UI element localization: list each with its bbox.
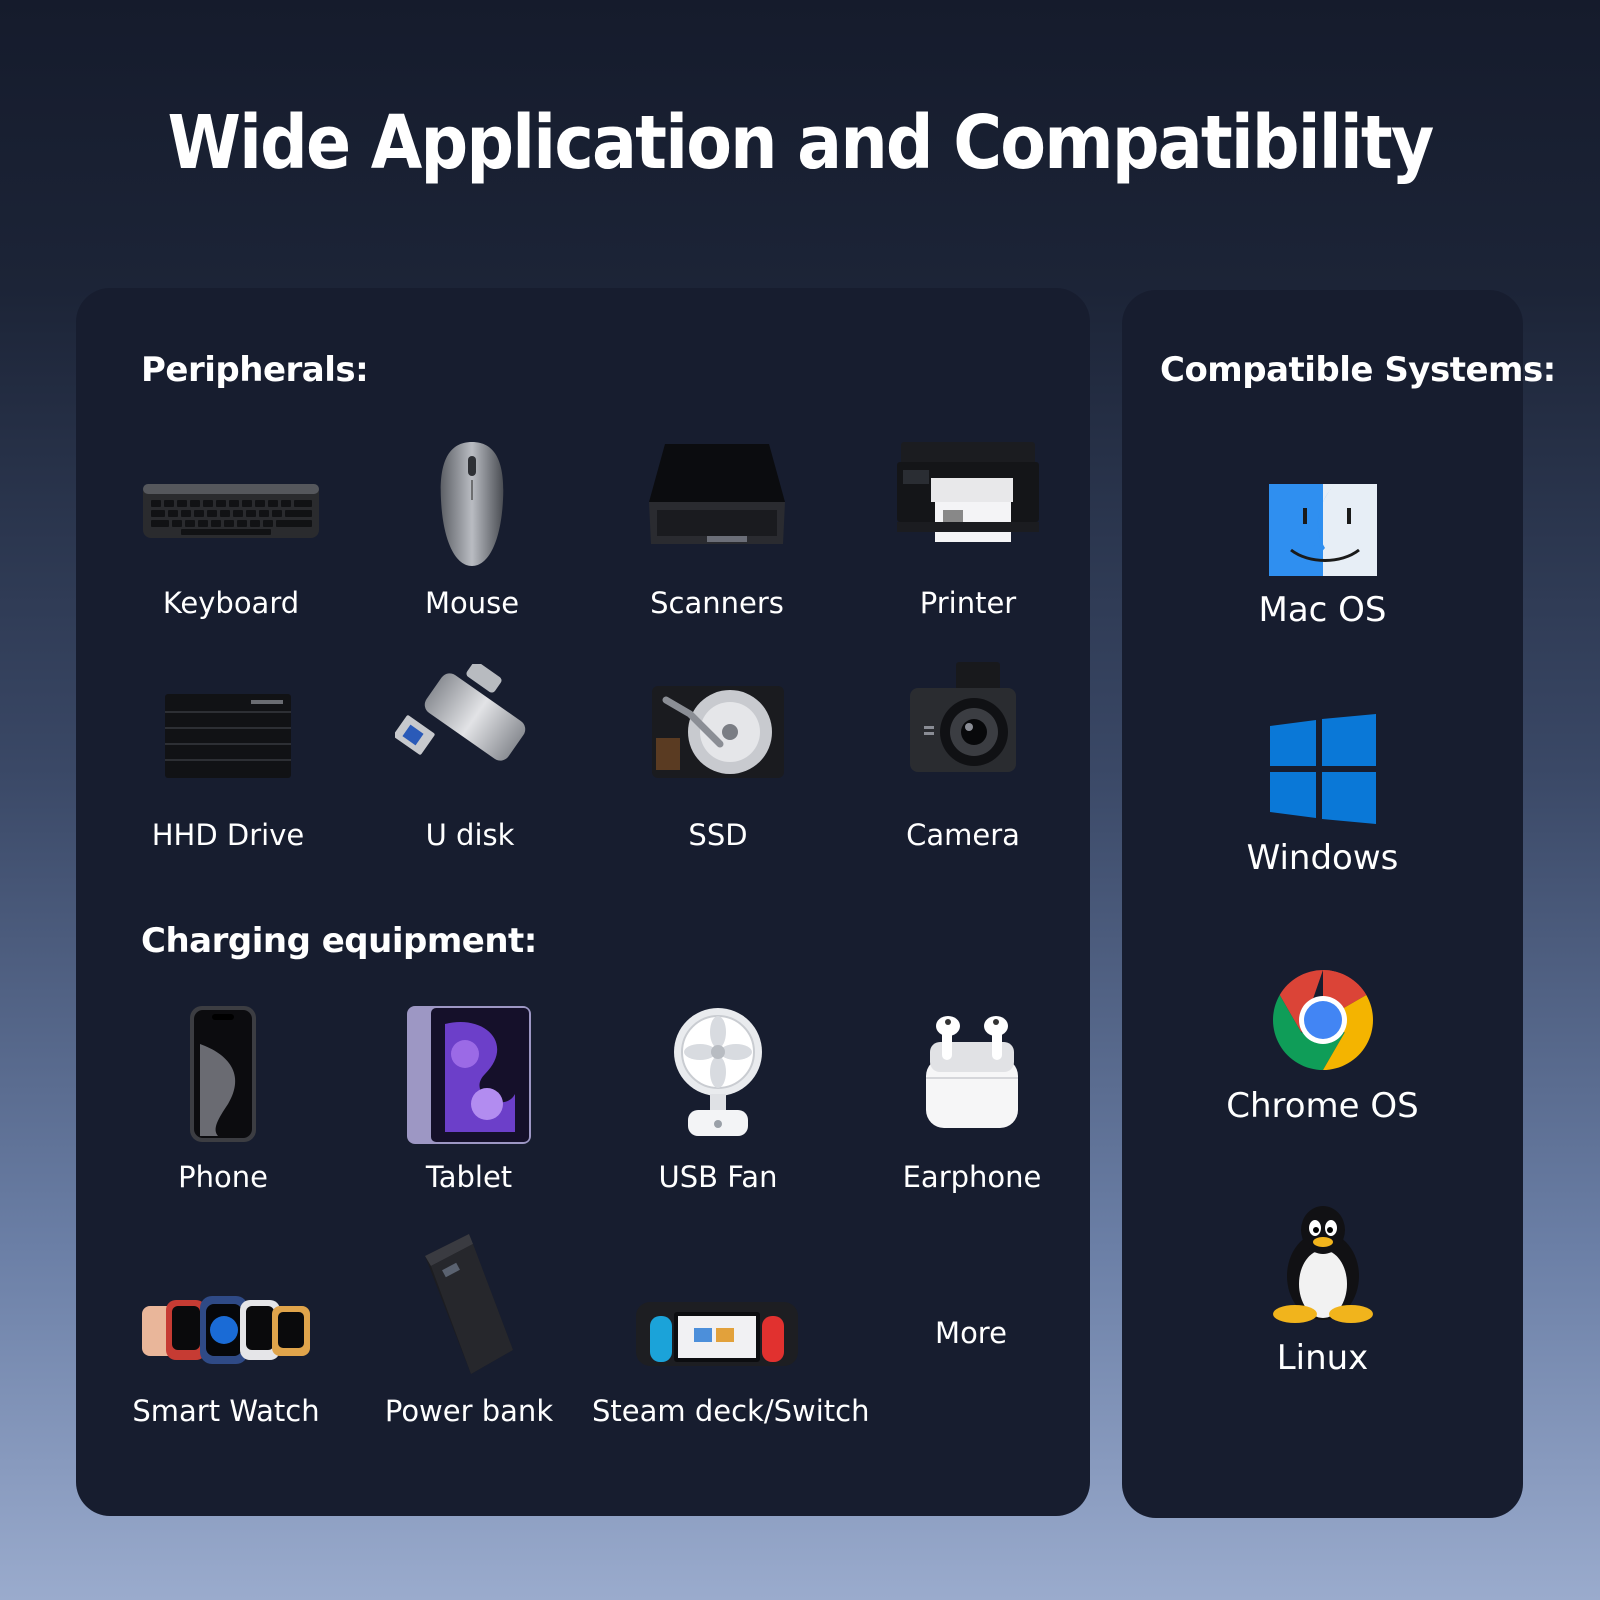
page-title: Wide Application and Compatibility bbox=[167, 100, 1434, 186]
device-label: SSD bbox=[688, 818, 748, 852]
device-label: Power bank bbox=[384, 1394, 554, 1428]
os-item-linux: Linux bbox=[1122, 1204, 1523, 1378]
windows-logo-icon bbox=[1122, 714, 1523, 824]
chrome-logo-icon bbox=[1122, 968, 1523, 1072]
usb-fan-icon bbox=[593, 1004, 843, 1140]
ssd-icon bbox=[593, 684, 843, 780]
device-label: Steam deck/Switch bbox=[592, 1394, 870, 1428]
devices-panel: Peripherals: Keyboard Mouse Scanners Pri… bbox=[76, 288, 1090, 1516]
os-item-chrome: Chrome OS bbox=[1122, 968, 1523, 1126]
device-label: Scanners bbox=[650, 586, 784, 620]
device-label: USB Fan bbox=[658, 1160, 778, 1194]
os-label: Chrome OS bbox=[1226, 1086, 1419, 1126]
camera-icon bbox=[838, 660, 1088, 778]
device-label: HHD Drive bbox=[151, 818, 305, 852]
os-label: Linux bbox=[1276, 1338, 1369, 1378]
tablet-icon bbox=[344, 1004, 594, 1146]
mouse-icon bbox=[347, 440, 597, 568]
hhd-drive-icon bbox=[103, 692, 353, 780]
peripherals-heading: Peripherals: bbox=[141, 350, 369, 390]
device-label: Earphone bbox=[902, 1160, 1042, 1194]
more-label: More bbox=[935, 1316, 1007, 1350]
usb-disk-icon bbox=[345, 664, 595, 790]
charging-heading: Charging equipment: bbox=[141, 921, 537, 961]
power-bank-icon bbox=[344, 1232, 594, 1376]
device-label: Keyboard bbox=[162, 586, 300, 620]
device-label: U disk bbox=[425, 818, 515, 852]
linux-tux-icon bbox=[1122, 1204, 1523, 1324]
printer-icon bbox=[843, 438, 1093, 550]
device-label: Smart Watch bbox=[132, 1394, 320, 1428]
smart-watch-icon bbox=[101, 1292, 351, 1368]
os-item-windows: Windows bbox=[1122, 714, 1523, 878]
mac-finder-icon bbox=[1122, 484, 1523, 576]
device-label: Phone bbox=[178, 1160, 268, 1194]
systems-panel: Compatible Systems: Mac OS Windows Chrom… bbox=[1122, 290, 1556, 1518]
earphone-icon bbox=[847, 1012, 1097, 1132]
os-label: Mac OS bbox=[1258, 590, 1387, 630]
device-label: Camera bbox=[906, 818, 1020, 852]
systems-heading: Compatible Systems: bbox=[1160, 350, 1556, 390]
device-label: Tablet bbox=[425, 1160, 513, 1194]
device-label: Printer bbox=[919, 586, 1017, 620]
scanner-icon bbox=[592, 440, 842, 550]
phone-icon bbox=[98, 1004, 348, 1144]
device-label: Mouse bbox=[424, 586, 520, 620]
keyboard-icon bbox=[106, 478, 356, 542]
game-console-icon bbox=[592, 1298, 842, 1370]
os-item-mac: Mac OS bbox=[1122, 484, 1523, 630]
os-label: Windows bbox=[1246, 838, 1399, 878]
